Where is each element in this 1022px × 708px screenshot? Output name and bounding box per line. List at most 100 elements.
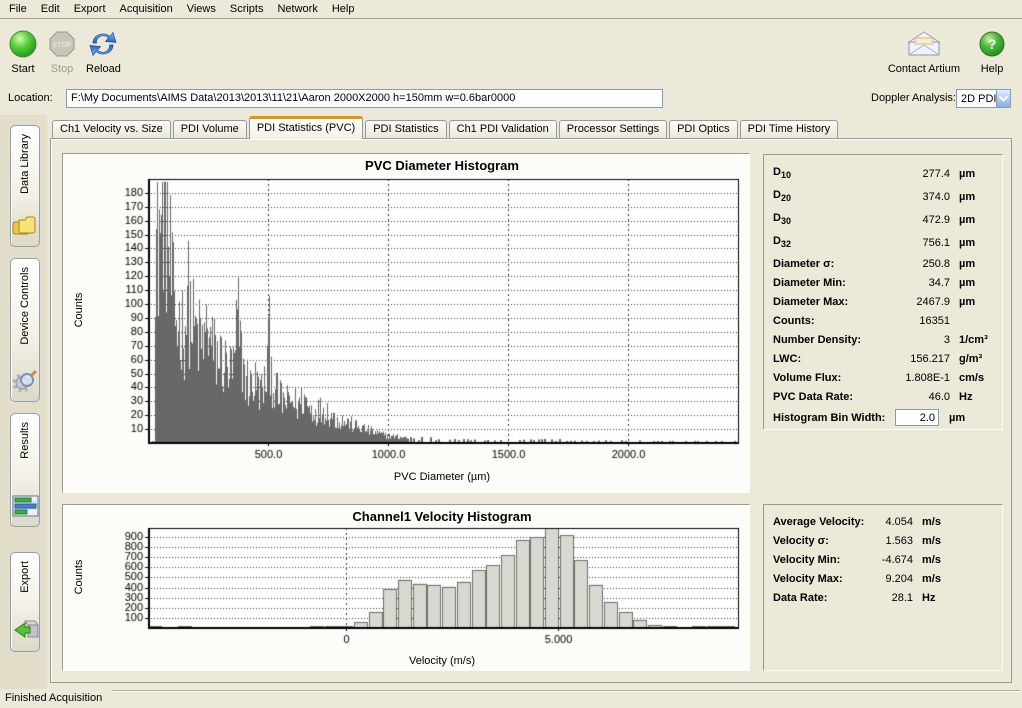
menu-item-export[interactable]: Export xyxy=(67,1,113,17)
stat-label: Velocity Max: xyxy=(773,573,868,585)
tab-strip: Ch1 Velocity vs. SizePDI VolumePDI Stati… xyxy=(52,118,840,139)
stat-row-counts: Counts:16351 xyxy=(773,311,992,330)
location-row: Location: F:\My Documents\AIMS Data\2013… xyxy=(0,86,1022,114)
stat-units: m/s xyxy=(913,554,941,566)
tab-pdi-optics[interactable]: PDI Optics xyxy=(669,120,738,139)
stat-units: µm xyxy=(950,214,975,226)
stat-row-diameter-max: Diameter Max:2467.9µm xyxy=(773,292,992,311)
tab-pdi-time-history[interactable]: PDI Time History xyxy=(740,120,839,139)
start-button[interactable]: Start xyxy=(8,28,38,75)
stat-units: 1/cm³ xyxy=(950,334,988,346)
stat-units: µm xyxy=(950,237,975,249)
stat-row-average-velocity: Average Velocity:4.054m/s xyxy=(773,512,992,531)
stat-value: 9.204 xyxy=(868,573,913,585)
doppler-analysis-select[interactable]: 2D PDI xyxy=(956,89,1011,108)
reload-button-label: Reload xyxy=(86,63,121,75)
stat-row-d20: D20374.0µm xyxy=(773,185,992,208)
velocity-histogram-panel: Channel1 Velocity Histogram Counts Veloc… xyxy=(62,504,750,671)
stat-row-diameter: Diameter σ:250.8µm xyxy=(773,254,992,273)
sidebar-item-results[interactable]: Results xyxy=(10,413,40,527)
location-label: Location: xyxy=(8,92,53,104)
stat-value: 28.1 xyxy=(868,592,913,604)
envelope-icon xyxy=(906,28,942,60)
reload-icon xyxy=(87,28,119,60)
status-bar-groove xyxy=(112,690,1020,692)
reload-button[interactable]: Reload xyxy=(86,28,121,75)
menu-item-edit[interactable]: Edit xyxy=(34,1,67,17)
stat-value: 46.0 xyxy=(880,391,950,403)
location-input[interactable]: F:\My Documents\AIMS Data\2013\2013\11\2… xyxy=(66,89,663,108)
stat-value: 16351 xyxy=(880,315,950,327)
stat-units: m/s xyxy=(913,516,941,528)
velocity-chart-xlabel: Velocity (m/s) xyxy=(147,655,737,667)
pvc-chart-ylabel: Counts xyxy=(73,260,85,360)
stat-value: 374.0 xyxy=(880,191,950,203)
chevron-down-icon[interactable] xyxy=(996,90,1010,107)
stat-row-velocity-max: Velocity Max:9.204m/s xyxy=(773,569,992,588)
sidebar-item-data-library[interactable]: Data Library xyxy=(10,125,40,247)
velocity-statistics-panel: Average Velocity:4.054m/sVelocity σ:1.56… xyxy=(763,504,1003,671)
tab-ch1-velocity-vs-size[interactable]: Ch1 Velocity vs. Size xyxy=(52,120,171,139)
menu-item-network[interactable]: Network xyxy=(270,1,324,17)
svg-text:?: ? xyxy=(988,36,997,52)
histogram-bin-width-label: Histogram Bin Width: xyxy=(773,412,895,424)
stat-row-d30: D30472.9µm xyxy=(773,208,992,231)
tab-pdi-statistics[interactable]: PDI Statistics xyxy=(365,120,446,139)
stat-label: Diameter σ: xyxy=(773,258,880,270)
stat-row-d32: D32756.1µm xyxy=(773,231,992,254)
stat-row-data-rate: Data Rate:28.1Hz xyxy=(773,588,992,607)
stop-icon: STOP xyxy=(48,28,76,60)
menu-item-help[interactable]: Help xyxy=(325,1,362,17)
contact-artium-button[interactable]: Contact Artium xyxy=(888,28,960,75)
stat-label: Diameter Min: xyxy=(773,277,880,289)
tab-pdi-statistics-pvc[interactable]: PDI Statistics (PVC) xyxy=(249,116,363,139)
pvc-diameter-histogram-panel: PVC Diameter Histogram Counts PVC Diamet… xyxy=(62,153,750,493)
stat-label: D30 xyxy=(773,212,880,226)
sidebar-item-label: Data Library xyxy=(19,134,31,194)
tab-ch1-pdi-validation[interactable]: Ch1 PDI Validation xyxy=(449,120,557,139)
stat-units: m/s xyxy=(913,573,941,585)
stat-label: Volume Flux: xyxy=(773,372,880,384)
stat-value: 277.4 xyxy=(880,168,950,180)
stat-row-diameter-min: Diameter Min:34.7µm xyxy=(773,273,992,292)
velocity-histogram-canvas xyxy=(64,506,748,671)
stat-label: Average Velocity: xyxy=(773,516,868,528)
folders-icon xyxy=(11,213,39,241)
menu-item-scripts[interactable]: Scripts xyxy=(223,1,271,17)
export-arrow-icon xyxy=(11,617,39,646)
velocity-chart-ylabel: Counts xyxy=(73,527,85,627)
bar-chart-icon xyxy=(12,494,39,521)
stat-value: 34.7 xyxy=(880,277,950,289)
histogram-bin-width-row: Histogram Bin Width:µm xyxy=(773,409,992,426)
menu-item-views[interactable]: Views xyxy=(180,1,223,17)
menu-item-acquisition[interactable]: Acquisition xyxy=(113,1,180,17)
sidebar-item-export[interactable]: Export xyxy=(10,552,40,652)
start-icon xyxy=(8,28,38,60)
stat-units: Hz xyxy=(950,391,972,403)
tab-pdi-volume[interactable]: PDI Volume xyxy=(173,120,247,139)
stat-label: Diameter Max: xyxy=(773,296,880,308)
status-bar: Finished Acquisition xyxy=(0,689,1022,708)
stat-value: 472.9 xyxy=(880,214,950,226)
stat-label: LWC: xyxy=(773,353,880,365)
stat-value: 250.8 xyxy=(880,258,950,270)
pvc-chart-xlabel: PVC Diameter (µm) xyxy=(147,471,737,483)
stat-row-volume-flux: Volume Flux:1.808E-1cm/s xyxy=(773,368,992,387)
stop-button[interactable]: STOP Stop xyxy=(48,28,76,75)
stat-value: 1.808E-1 xyxy=(880,372,950,384)
histogram-bin-width-input[interactable] xyxy=(895,409,939,426)
menu-item-file[interactable]: File xyxy=(2,1,34,17)
stat-value: 4.054 xyxy=(868,516,913,528)
stat-label: D20 xyxy=(773,189,880,203)
stat-value: -4.674 xyxy=(868,554,913,566)
stat-row-pvc-data-rate: PVC Data Rate:46.0Hz xyxy=(773,387,992,406)
stat-units: cm/s xyxy=(950,372,984,384)
sidebar-item-device-controls[interactable]: Device Controls xyxy=(10,258,40,402)
tab-processor-settings[interactable]: Processor Settings xyxy=(559,120,667,139)
help-icon: ? xyxy=(978,28,1006,60)
pvc-statistics-panel: D10277.4µmD20374.0µmD30472.9µmD32756.1µm… xyxy=(763,154,1003,430)
help-button[interactable]: ? Help xyxy=(978,28,1006,75)
menu-bar: FileEditExportAcquisitionViewsScriptsNet… xyxy=(0,0,1022,19)
stat-row-d10: D10277.4µm xyxy=(773,162,992,185)
stat-label: D10 xyxy=(773,166,880,180)
